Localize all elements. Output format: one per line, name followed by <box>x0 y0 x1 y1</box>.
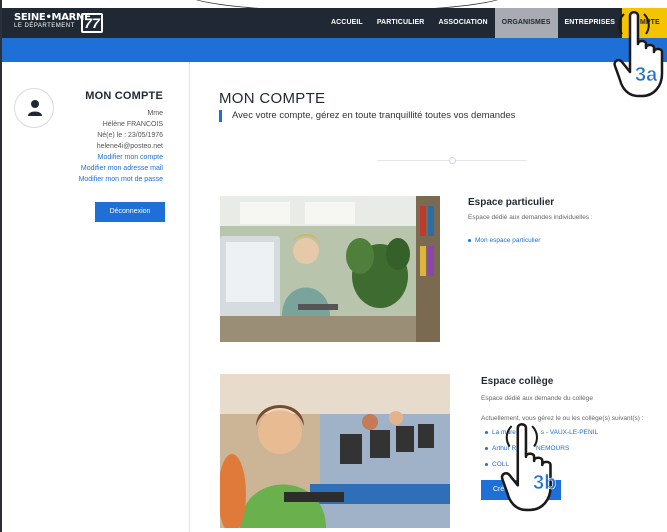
students-at-computers-illustration <box>220 374 450 528</box>
college-title: Espace collège <box>481 376 554 387</box>
birth-date: Né(e) le : 23/05/1976 <box>97 132 163 139</box>
account-details: Mme Hélène FRANCOIS Né(e) le : 23/05/197… <box>79 108 163 185</box>
nav-association[interactable]: ASSOCIATION <box>431 8 494 38</box>
edit-email-link[interactable]: Modifier mon adresse mail <box>79 163 163 174</box>
divider-dot <box>449 157 456 164</box>
nav-particulier[interactable]: PARTICULIER <box>370 8 432 38</box>
page-subtitle: Avec votre compte, gérez en toute tranqu… <box>219 110 515 122</box>
woman-at-computer-illustration <box>220 196 440 342</box>
user-icon <box>28 100 42 116</box>
department-logo[interactable]: SEINE•MARNE LE DÉPARTEMENT 77 <box>14 12 103 33</box>
page-title: MON COMPTE <box>219 90 326 107</box>
top-navigation-bar: SEINE•MARNE LE DÉPARTEMENT 77 ACCUEIL PA… <box>2 8 667 38</box>
bullet-icon <box>468 238 471 242</box>
secondary-blue-bar <box>2 38 667 62</box>
nav-organismes[interactable]: ORGANISMES <box>494 8 558 38</box>
nav-accueil[interactable]: ACCUEIL <box>324 8 370 38</box>
particulier-photo <box>220 196 440 342</box>
avatar <box>14 88 54 128</box>
particulier-description: Espace dédié aux demandes individuelles … <box>468 214 593 221</box>
edit-account-link[interactable]: Modifier mon compte <box>79 152 163 163</box>
particulier-title: Espace particulier <box>468 197 555 208</box>
sidebar-title: MON COMPTE <box>85 90 163 102</box>
edit-password-link[interactable]: Modifier mon mot de passe <box>79 174 163 185</box>
civility: Mme <box>147 110 163 117</box>
step-3b-label: 3b <box>533 472 557 495</box>
particulier-space-link-label: Mon espace particulier <box>475 237 541 244</box>
bullet-icon <box>485 462 488 466</box>
bullet-icon <box>485 430 488 434</box>
user-email: helene4i@posteo.net <box>96 143 163 150</box>
user-name: Hélène FRANCOIS <box>102 121 163 128</box>
logo-name: SEINE•MARNE <box>14 12 91 23</box>
college-description: Espace dédié aux demande du collège <box>481 395 594 402</box>
college-current-text: Actuellement, vous gérez le ou les collè… <box>481 415 644 422</box>
logo-number: 77 <box>81 13 103 33</box>
college-photo <box>220 374 450 528</box>
particulier-space-link[interactable]: Mon espace particulier <box>468 237 540 244</box>
logout-button[interactable]: Déconnexion <box>95 202 165 222</box>
bullet-icon <box>485 446 488 450</box>
account-sidebar: MON COMPTE Mme Hélène FRANCOIS Né(e) le … <box>10 62 190 532</box>
logo-subtitle: LE DÉPARTEMENT <box>14 23 75 29</box>
browser-viewport: SEINE•MARNE LE DÉPARTEMENT 77 ACCUEIL PA… <box>0 0 667 532</box>
step-3a-label: 3a <box>635 64 658 87</box>
hand-pointer-icon <box>500 423 552 512</box>
